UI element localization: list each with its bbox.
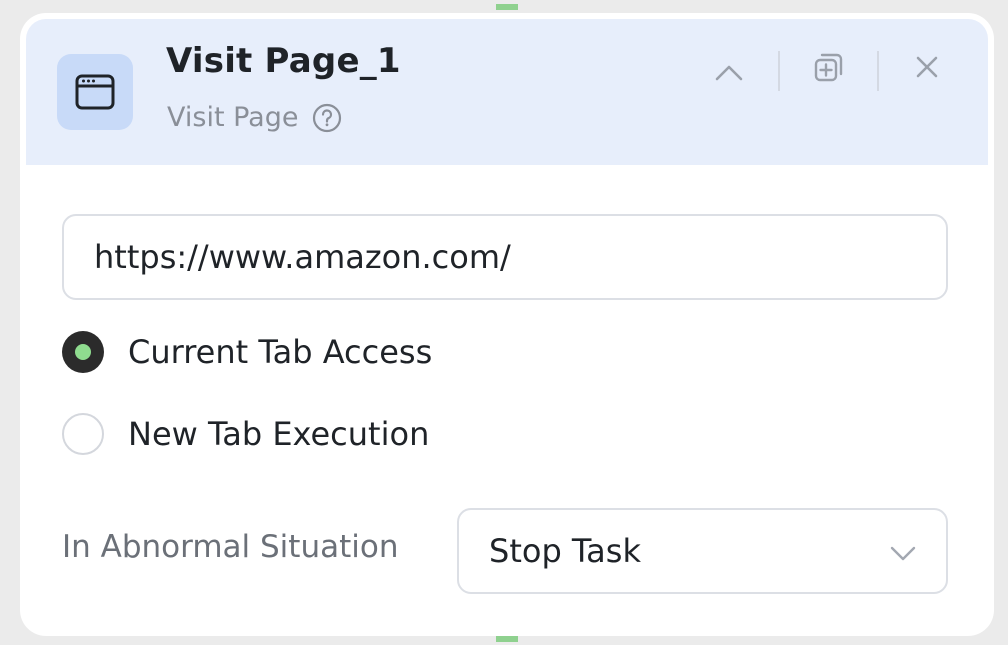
duplicate-add-icon: [812, 50, 846, 88]
node-type-label: Visit Page: [167, 102, 299, 133]
close-button[interactable]: [907, 49, 947, 89]
header-divider: [877, 51, 879, 91]
radio-button-unchecked[interactable]: [62, 413, 104, 455]
node-title[interactable]: Visit Page_1: [166, 41, 401, 81]
connector-bottom: [496, 636, 518, 642]
browser-window-icon: [57, 54, 133, 130]
node-header: Visit Page_1 Visit Page: [26, 19, 988, 165]
radio-label: Current Tab Access: [128, 333, 433, 371]
radio-button-checked[interactable]: [62, 331, 104, 373]
abnormal-situation-label: In Abnormal Situation: [62, 529, 399, 565]
select-value: Stop Task: [489, 532, 641, 570]
visit-page-node-card: Visit Page_1 Visit Page https://www.amaz…: [20, 13, 994, 636]
radio-current-tab[interactable]: Current Tab Access: [62, 331, 432, 373]
question-circle-icon[interactable]: [312, 103, 342, 133]
node-subtitle: Visit Page: [167, 102, 342, 133]
chevron-up-icon: [714, 63, 744, 87]
duplicate-button[interactable]: [809, 49, 849, 89]
abnormal-situation-select[interactable]: Stop Task: [457, 508, 948, 594]
collapse-button[interactable]: [709, 55, 749, 95]
radio-label: New Tab Execution: [128, 415, 430, 453]
chevron-down-icon: [888, 538, 918, 568]
radio-new-tab[interactable]: New Tab Execution: [62, 413, 429, 455]
close-icon: [914, 54, 940, 84]
connector-top: [496, 4, 518, 10]
url-input[interactable]: https://www.amazon.com/: [62, 214, 948, 300]
header-divider: [778, 51, 780, 91]
